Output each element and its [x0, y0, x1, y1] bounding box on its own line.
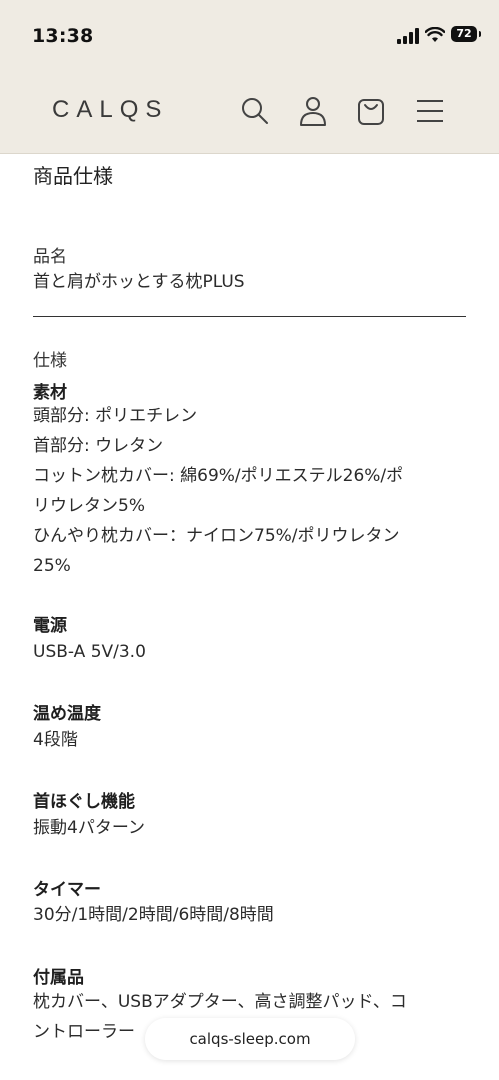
site-logo[interactable]: CALQS	[52, 96, 168, 124]
material-line: コットン枕カバー: 綿69%/ポリエステル26%/ポ	[33, 466, 404, 486]
name-value: 首と肩がホッとする枕PLUS	[33, 272, 245, 292]
power-heading: 電源	[33, 616, 67, 636]
accessory-heading: 付属品	[33, 968, 84, 988]
status-icons: 72	[397, 25, 481, 47]
battery-icon: 72	[451, 26, 481, 42]
status-bar: 13:38 72	[0, 0, 499, 72]
cellular-signal-icon	[397, 28, 419, 44]
timer-value: 30分/1時間/2時間/6時間/8時間	[33, 905, 274, 925]
name-label: 品名	[33, 247, 67, 267]
material-line: リウレタン5%	[33, 496, 145, 516]
cart-icon[interactable]	[354, 94, 388, 128]
timer-heading: タイマー	[33, 880, 101, 900]
account-icon[interactable]	[296, 94, 330, 128]
material-list: 頭部分: ポリエチレン 首部分: ウレタン コットン枕カバー: 綿69%/ポリエ…	[33, 401, 473, 581]
power-value: USB-A 5V/3.0	[33, 642, 146, 662]
status-time: 13:38	[32, 25, 94, 47]
material-line: ひんやり枕カバー：ナイロン75%/ポリウレタン	[33, 526, 400, 546]
accessory-line: 枕カバー、USBアダプター、高さ調整パッド、コ	[33, 992, 407, 1012]
site-header: CALQS	[0, 72, 499, 154]
massage-value: 振動4パターン	[33, 818, 145, 838]
material-line: 首部分: ウレタン	[33, 436, 164, 456]
browser-url-bar[interactable]: calqs-sleep.com	[145, 1018, 355, 1060]
material-line: 頭部分: ポリエチレン	[33, 406, 198, 426]
material-line: 25%	[33, 556, 71, 576]
spec-label: 仕様	[33, 351, 67, 371]
search-icon[interactable]	[238, 94, 272, 128]
section-title: 商品仕様	[33, 164, 113, 188]
temperature-value: 4段階	[33, 730, 78, 750]
wifi-icon	[424, 26, 446, 43]
temperature-heading: 温め温度	[33, 704, 101, 724]
product-spec-content: 商品仕様 品名 首と肩がホッとする枕PLUS 仕様 素材 頭部分: ポリエチレン…	[0, 154, 499, 1080]
material-heading: 素材	[33, 383, 67, 403]
massage-heading: 首ほぐし機能	[33, 792, 135, 812]
divider	[33, 316, 466, 317]
menu-icon[interactable]	[413, 94, 447, 128]
